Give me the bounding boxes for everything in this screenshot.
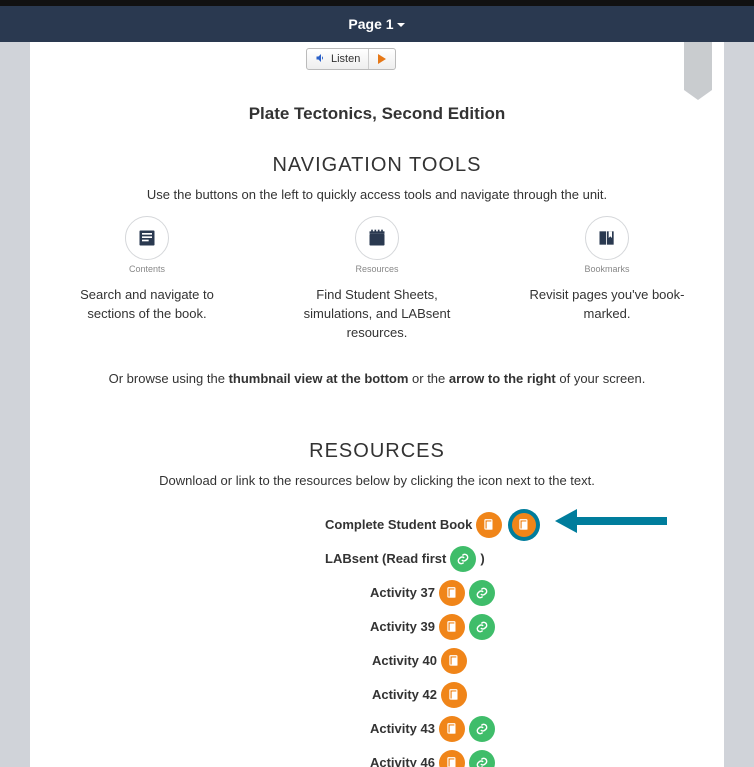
- bookmark-ribbon[interactable]: [684, 42, 712, 90]
- resource-row-activity-39: Activity 39: [325, 614, 495, 640]
- resources-heading: RESOURCES: [50, 440, 704, 463]
- doc-download-button[interactable]: [441, 648, 467, 674]
- nav-tools-heading: NAVIGATION TOOLS: [50, 154, 704, 177]
- link-icon: [475, 586, 489, 600]
- resources-subtext: Download or link to the resources below …: [50, 473, 704, 488]
- resource-label: Activity 39: [370, 619, 435, 634]
- link-button[interactable]: [469, 716, 495, 742]
- resource-label: Activity 37: [370, 585, 435, 600]
- link-button[interactable]: [469, 614, 495, 640]
- browse-instruction: Or browse using the thumbnail view at th…: [50, 371, 704, 386]
- browse-mid: or the: [408, 371, 448, 386]
- page-label: Page 1: [348, 16, 393, 32]
- bookmarks-icon: [597, 228, 617, 248]
- resources-button[interactable]: [355, 216, 399, 260]
- doc-download-button[interactable]: [439, 750, 465, 767]
- document-icon: [447, 688, 461, 702]
- resource-label: Activity 46: [370, 755, 435, 767]
- browse-suffix: of your screen.: [556, 371, 646, 386]
- resource-row-activity-40: Activity 40: [325, 648, 467, 674]
- page: Listen Plate Tectonics, Second Edition N…: [30, 42, 724, 767]
- resources-desc: Find Student Sheets, simulations, and LA…: [292, 286, 462, 343]
- contents-label: Contents: [129, 264, 165, 274]
- doc-download-button-highlighted[interactable]: [512, 513, 536, 537]
- resource-row-activity-42: Activity 42: [325, 682, 467, 708]
- arrow-head-icon: [555, 509, 577, 533]
- resource-label-paren: ): [480, 551, 484, 566]
- contents-desc: Search and navigate to sections of the b…: [62, 286, 232, 324]
- resource-label: Activity 43: [370, 721, 435, 736]
- link-button[interactable]: [469, 750, 495, 767]
- navbar: Page 1: [0, 6, 754, 42]
- doc-download-button[interactable]: [439, 580, 465, 606]
- speaker-icon: [315, 52, 327, 67]
- resource-row-complete-student-book: Complete Student Book: [325, 512, 536, 538]
- link-icon: [456, 552, 470, 566]
- link-icon: [475, 620, 489, 634]
- link-icon: [475, 722, 489, 736]
- play-button[interactable]: [369, 49, 395, 69]
- resource-label: LABsent (Read first: [325, 551, 446, 566]
- link-button[interactable]: [469, 580, 495, 606]
- resource-row-activity-46: Activity 46: [325, 750, 495, 767]
- resource-label: Activity 40: [372, 653, 437, 668]
- document-icon: [445, 756, 459, 767]
- doc-download-button[interactable]: [441, 682, 467, 708]
- bookmarks-desc: Revisit pages you've book-marked.: [522, 286, 692, 324]
- doc-download-button[interactable]: [439, 614, 465, 640]
- nav-tools-subtext: Use the buttons on the left to quickly a…: [50, 187, 704, 202]
- arrow-shaft: [577, 517, 667, 525]
- resource-row-labsent: LABsent (Read first ): [325, 546, 485, 572]
- page-selector[interactable]: Page 1: [348, 16, 405, 32]
- document-icon: [447, 654, 461, 668]
- document-icon: [445, 722, 459, 736]
- browse-bold2: arrow to the right: [449, 371, 556, 386]
- doc-download-button[interactable]: [439, 716, 465, 742]
- resources-list: Complete Student Book LABsent (Read firs…: [325, 512, 704, 767]
- bookmarks-label: Bookmarks: [584, 264, 629, 274]
- link-button[interactable]: [450, 546, 476, 572]
- listen-widget[interactable]: Listen: [306, 48, 396, 70]
- page-wrap: Listen Plate Tectonics, Second Edition N…: [0, 42, 754, 767]
- browse-bold1: thumbnail view at the bottom: [229, 371, 409, 386]
- document-icon: [482, 518, 496, 532]
- resource-label: Activity 42: [372, 687, 437, 702]
- tool-resources: Resources Find Student Sheets, simulatio…: [292, 216, 462, 343]
- tool-bookmarks: Bookmarks Revisit pages you've book-mark…: [522, 216, 692, 343]
- contents-icon: [137, 228, 157, 248]
- resource-label: Complete Student Book: [325, 517, 472, 532]
- listen-label: Listen: [331, 53, 360, 65]
- chevron-down-icon: [396, 20, 406, 30]
- tools-row: Contents Search and navigate to sections…: [50, 216, 704, 343]
- resource-row-activity-43: Activity 43: [325, 716, 495, 742]
- arrow-callout: [555, 509, 667, 533]
- resources-label: Resources: [355, 264, 398, 274]
- document-icon: [445, 586, 459, 600]
- document-icon: [445, 620, 459, 634]
- document-icon: [517, 518, 531, 532]
- browse-prefix: Or browse using the: [109, 371, 229, 386]
- doc-download-button[interactable]: [476, 512, 502, 538]
- bookmarks-button[interactable]: [585, 216, 629, 260]
- tool-contents: Contents Search and navigate to sections…: [62, 216, 232, 343]
- link-icon: [475, 756, 489, 767]
- book-title: Plate Tectonics, Second Edition: [50, 104, 704, 124]
- resource-row-activity-37: Activity 37: [325, 580, 495, 606]
- contents-button[interactable]: [125, 216, 169, 260]
- resources-icon: [367, 228, 387, 248]
